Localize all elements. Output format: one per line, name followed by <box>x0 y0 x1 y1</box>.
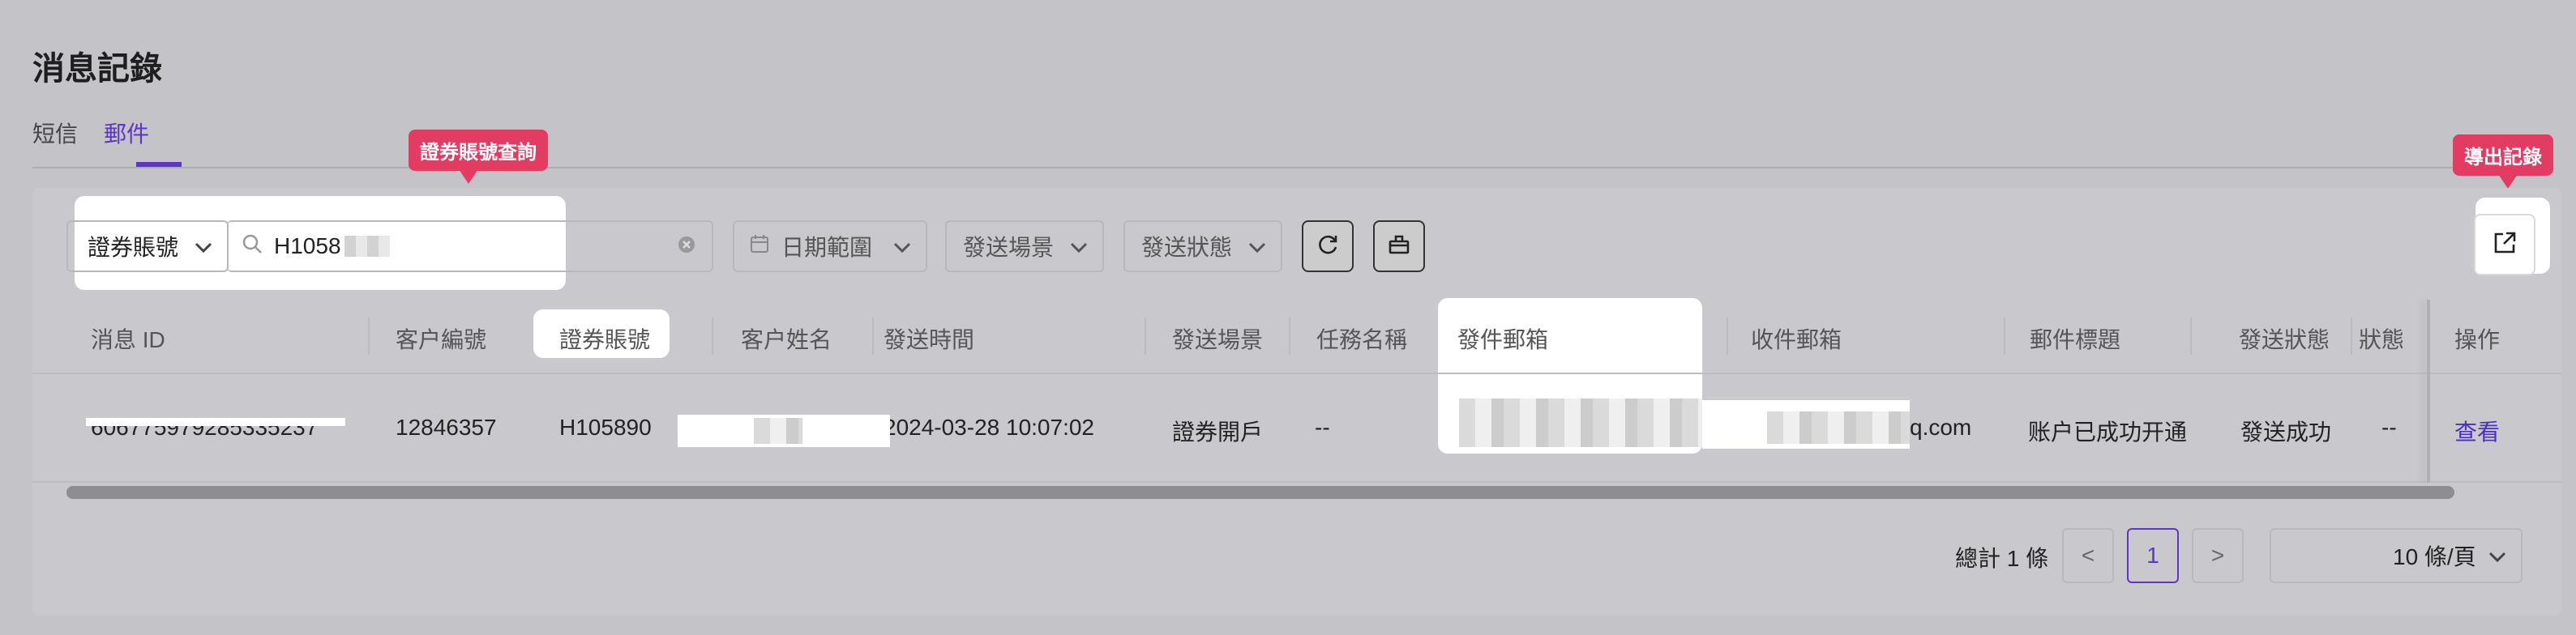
col-recipient-email: 收件郵箱 <box>1751 327 1842 352</box>
page-number: 1 <box>2146 543 2159 568</box>
cell-state: -- <box>2381 415 2397 440</box>
cell-subject: 账户已成功开通 <box>2028 420 2188 445</box>
view-link[interactable]: 查看 <box>2454 415 2500 447</box>
cell-send-time: 2024-03-28 10:07:02 <box>884 415 1094 440</box>
chevron-left-icon: < <box>2081 543 2095 568</box>
active-tab-indicator <box>136 162 182 167</box>
chevron-down-icon <box>893 234 911 259</box>
export-button[interactable] <box>2474 214 2535 275</box>
cell-customer-no: 12846357 <box>396 415 497 440</box>
cell-status: 發送成功 <box>2240 420 2332 445</box>
col-sender-email: 發件郵箱 <box>1457 327 1549 352</box>
tab-email[interactable]: 郵件 <box>104 117 149 149</box>
table-header: 消息 ID 客户編號 證券賬號 客户姓名 發送時間 發送場景 任務名稱 發件郵箱… <box>32 300 2561 373</box>
date-range-placeholder: 日期範圍 <box>781 235 873 260</box>
page-1-button[interactable]: 1 <box>2127 528 2179 583</box>
col-account: 證券賬號 <box>559 327 651 352</box>
prev-page-button[interactable]: < <box>2062 528 2114 583</box>
chevron-down-icon <box>1248 234 1266 259</box>
chevron-down-icon <box>1070 234 1088 259</box>
fixed-column-shadow <box>2427 300 2430 483</box>
refresh-button[interactable] <box>1302 220 1354 272</box>
chevron-right-icon: > <box>2210 543 2225 568</box>
col-scene: 發送場景 <box>1172 327 1264 352</box>
col-customer-no: 客户編號 <box>396 327 487 352</box>
export-callout-text: 導出記錄 <box>2464 147 2542 168</box>
next-page-button[interactable]: > <box>2192 528 2244 583</box>
status-placeholder: 發送狀態 <box>1141 235 1233 260</box>
sender-email-redaction <box>1459 398 1702 447</box>
cell-account: H105890 <box>559 415 652 440</box>
total-count: 總計 1 條 <box>1955 546 2049 571</box>
account-search-callout: 證券賬號查詢 <box>409 130 548 184</box>
refresh-icon <box>1316 232 1340 261</box>
date-range-picker[interactable]: 日期範圍 <box>733 220 927 272</box>
scene-placeholder: 發送場景 <box>963 235 1055 260</box>
status-select[interactable]: 發送狀態 <box>1123 220 1282 272</box>
export-callout: 導出記錄 <box>2453 134 2553 189</box>
recipient-email-redaction-pixels <box>1767 411 1910 444</box>
page-title: 消息記錄 <box>32 51 162 87</box>
page-size-value: 10 條/頁 <box>2393 544 2476 569</box>
scrollbar-thumb[interactable] <box>66 486 2454 499</box>
field-select[interactable]: 證券賬號 <box>66 220 229 272</box>
redaction-strip <box>86 418 345 426</box>
col-status: 發送狀態 <box>2239 327 2330 352</box>
account-search-callout-text: 證券賬號查詢 <box>420 142 537 164</box>
search-value-redaction <box>344 236 390 257</box>
col-subject: 郵件標題 <box>2030 327 2121 352</box>
export-icon <box>2492 230 2518 260</box>
col-task: 任務名稱 <box>1316 327 1408 352</box>
field-select-value: 證券賬號 <box>88 235 179 260</box>
search-input-value: H1058 <box>274 233 341 258</box>
page-size-select[interactable]: 10 條/頁 <box>2270 528 2523 583</box>
customer-name-redaction-pixels <box>754 418 802 444</box>
table-divider <box>32 373 2561 374</box>
chevron-down-icon <box>195 234 212 259</box>
cell-scene: 證券開戶 <box>1172 420 1264 445</box>
col-state: 狀態 <box>2359 327 2405 352</box>
tab-sms[interactable]: 短信 <box>32 117 78 149</box>
account-search-input[interactable]: H1058 <box>227 220 713 272</box>
cell-task: -- <box>1315 415 1330 440</box>
cell-recipient-email: q.com <box>1910 415 1972 440</box>
reset-button[interactable] <box>1373 220 1425 272</box>
col-customer-name: 客户姓名 <box>741 327 832 352</box>
clear-icon[interactable] <box>678 233 695 259</box>
chevron-down-icon <box>2488 543 2506 569</box>
reset-icon <box>1387 232 1411 261</box>
search-icon <box>242 233 263 260</box>
table-divider <box>32 481 2561 483</box>
horizontal-scrollbar[interactable] <box>66 486 2454 499</box>
scene-select[interactable]: 發送場景 <box>945 220 1104 272</box>
col-message-id: 消息 ID <box>91 327 165 352</box>
calendar-icon <box>749 233 770 260</box>
col-send-time: 發送時間 <box>884 327 975 352</box>
col-action: 操作 <box>2454 327 2501 352</box>
